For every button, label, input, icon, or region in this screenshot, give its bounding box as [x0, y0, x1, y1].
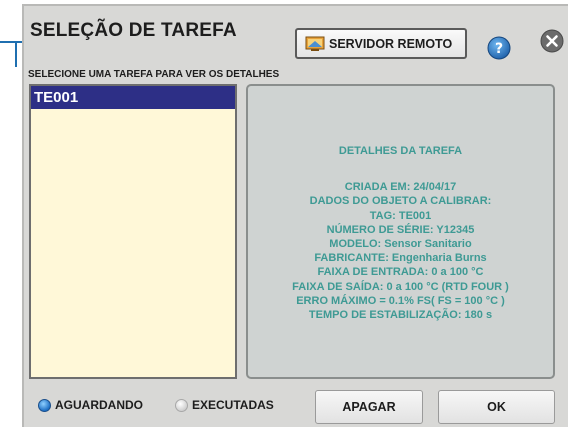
page-title: SELEÇÃO DE TAREFA: [30, 20, 237, 41]
pending-filter-label: AGUARDANDO: [55, 398, 143, 412]
task-list-item[interactable]: TE001: [31, 86, 235, 109]
help-button[interactable]: ?: [477, 35, 521, 65]
close-button[interactable]: [537, 28, 567, 58]
details-line-model: MODELO: Sensor Sanitario: [329, 238, 472, 251]
task-selection-screen: SELEÇÃO DE TAREFA SERVIDOR REMOTO ? SELE…: [22, 4, 568, 427]
details-title: DETALHES DA TAREFA: [338, 145, 463, 157]
task-details-panel: DETALHES DA TAREFA CRIADA EM: 24/04/17 D…: [246, 84, 555, 379]
pending-filter-radio[interactable]: AGUARDANDO: [38, 398, 143, 412]
remote-server-button[interactable]: SERVIDOR REMOTO: [295, 28, 467, 59]
details-line-tag: TAG: TE001: [369, 209, 432, 222]
details-line-serial: NÚMERO DE SÉRIE: Y12345: [326, 223, 475, 236]
details-line-output-range: FAIXA DE SAÍDA: 0 a 100 °C (RTD FOUR ): [292, 280, 509, 293]
details-line-object-data: DADOS DO OBJETO A CALIBRAR:: [309, 195, 492, 208]
remote-server-label: SERVIDOR REMOTO: [329, 36, 453, 51]
delete-button[interactable]: APAGAR: [315, 390, 423, 424]
close-icon: [540, 29, 564, 58]
details-line-created: CRIADA EM: 24/04/17: [344, 181, 457, 194]
remote-server-icon: [305, 35, 327, 53]
details-line-input-range: FAIXA DE ENTRADA: 0 a 100 °C: [317, 266, 484, 279]
instruction-text: SELECIONE UMA TAREFA PARA VER OS DETALHE…: [28, 69, 280, 80]
callout-line-vertical: [15, 41, 17, 67]
task-list[interactable]: TE001: [29, 84, 237, 379]
executed-filter-radio[interactable]: EXECUTADAS: [175, 398, 274, 412]
executed-filter-label: EXECUTADAS: [192, 398, 274, 412]
details-line-manufacturer: FABRICANTE: Engenharia Burns: [314, 252, 487, 265]
help-icon: ?: [487, 36, 511, 65]
details-line-max-error: ERRO MÁXIMO = 0.1% FS( FS = 100 °C ): [296, 294, 505, 307]
svg-text:?: ?: [495, 41, 503, 57]
radio-selected-icon: [38, 398, 51, 412]
radio-unselected-icon: [175, 398, 188, 412]
ok-button[interactable]: OK: [438, 390, 555, 424]
details-line-stabilization: TEMPO DE ESTABILIZAÇÃO: 180 s: [308, 309, 493, 322]
